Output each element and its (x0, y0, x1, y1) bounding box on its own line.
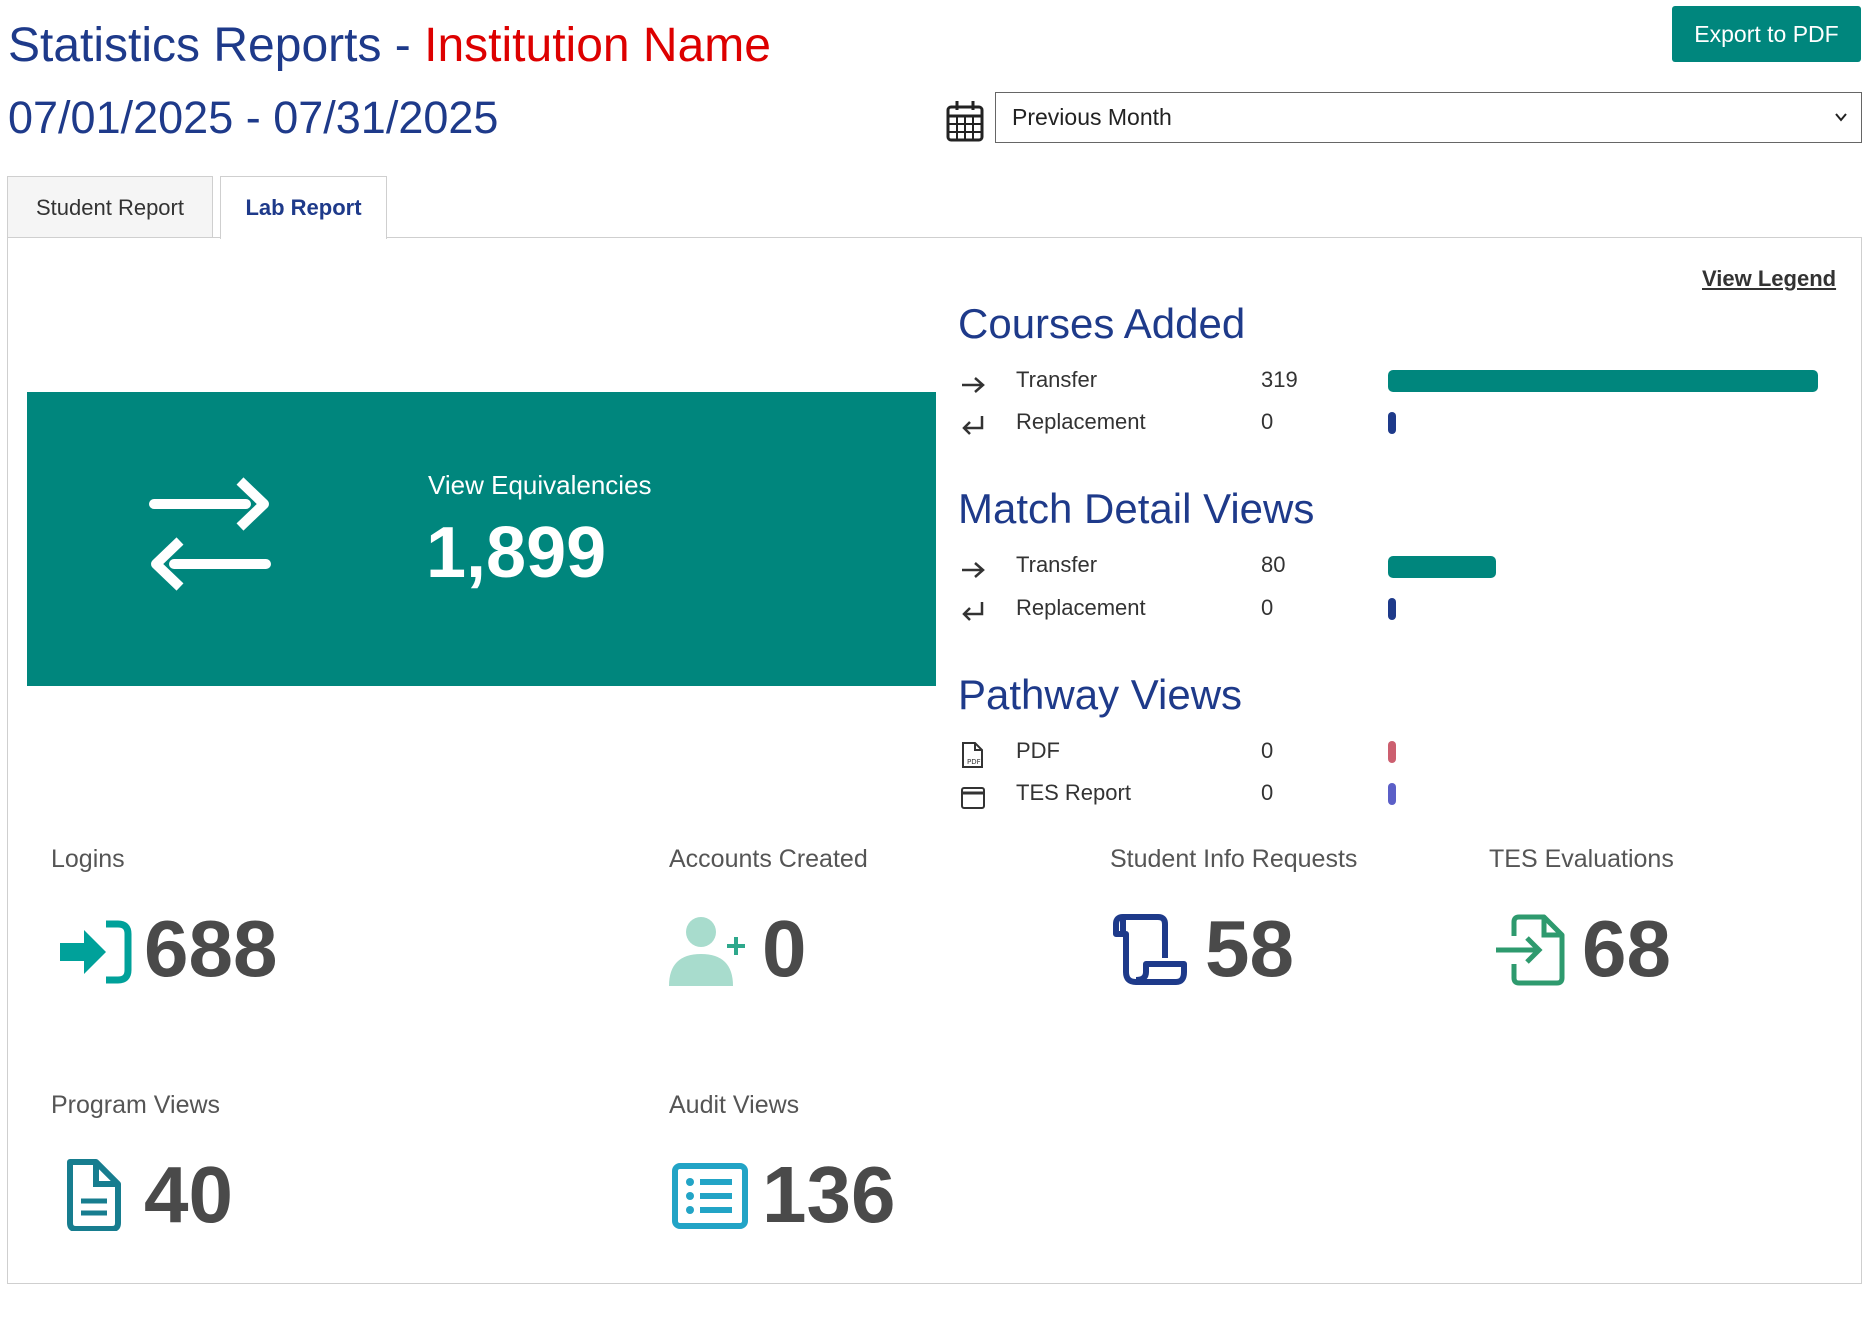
scroll-icon (1113, 914, 1187, 985)
courses-transfer-label: Transfer (1016, 367, 1098, 392)
date-range-select[interactable]: Previous Month (995, 92, 1862, 143)
date-range-select-value: Previous Month (1012, 104, 1172, 130)
return-arrow-icon (962, 416, 984, 435)
svg-text:PDF: PDF (967, 758, 981, 766)
document-icon (67, 1159, 121, 1231)
chevron-down-icon (1835, 113, 1847, 122)
tab-lab-report[interactable]: Lab Report (220, 176, 387, 239)
equivalencies-label: View Equivalencies (428, 470, 652, 500)
accounts-created-value: 0 (762, 904, 807, 993)
swap-arrows-icon (149, 477, 271, 591)
match-replacement-label: Replacement (1016, 595, 1146, 620)
calendar-icon[interactable] (946, 99, 984, 143)
match-replacement-value: 0 (1261, 595, 1274, 620)
pathway-pdf-value: 0 (1261, 738, 1274, 763)
courses-replacement-value: 0 (1261, 409, 1274, 434)
arrow-right-icon (962, 562, 985, 578)
institution-name: Institution Name (424, 19, 771, 72)
date-range: 07/01/2025 - 07/31/2025 (8, 92, 499, 143)
tes-evaluations-value: 68 (1582, 904, 1671, 993)
pathway-pdf-label: PDF (1016, 738, 1060, 763)
courses-added-title: Courses Added (958, 300, 1246, 347)
match-replacement-bar (1388, 598, 1396, 620)
pathway-tes-bar (1388, 783, 1396, 805)
equivalencies-value: 1,899 (426, 513, 607, 593)
program-views-value: 40 (144, 1150, 233, 1239)
program-views-label: Program Views (51, 1091, 221, 1119)
match-transfer-value: 80 (1261, 552, 1286, 577)
logins-value: 688 (144, 904, 278, 993)
arrow-right-icon (962, 377, 985, 393)
file-import-icon (1496, 914, 1565, 986)
window-icon (961, 787, 985, 809)
logins-label: Logins (51, 845, 125, 873)
login-icon (60, 920, 132, 984)
match-transfer-label: Transfer (1016, 552, 1098, 577)
audit-views-label: Audit Views (669, 1091, 800, 1119)
pathway-pdf-bar (1388, 741, 1396, 763)
add-user-icon (669, 917, 745, 986)
tes-evaluations-label: TES Evaluations (1489, 845, 1674, 873)
view-legend-link[interactable]: View Legend (1702, 266, 1836, 292)
student-info-requests-label: Student Info Requests (1110, 845, 1358, 873)
pathway-tes-label: TES Report (1016, 780, 1131, 805)
courses-transfer-bar (1388, 370, 1818, 392)
pathway-views-title: Pathway Views (958, 671, 1243, 718)
report-title: Statistics Reports - (8, 19, 411, 72)
courses-transfer-value: 319 (1261, 367, 1298, 392)
courses-replacement-bar (1388, 412, 1396, 434)
match-transfer-bar (1388, 556, 1496, 578)
accounts-created-label: Accounts Created (669, 845, 868, 873)
student-info-requests-value: 58 (1205, 904, 1294, 993)
pathway-tes-value: 0 (1261, 780, 1274, 805)
return-arrow-icon (962, 602, 984, 621)
list-icon (672, 1163, 748, 1229)
export-pdf-button[interactable]: Export to PDF (1672, 6, 1861, 62)
match-detail-views-title: Match Detail Views (958, 485, 1315, 532)
tab-student-report[interactable]: Student Report (7, 176, 213, 238)
pdf-file-icon: PDF (962, 742, 983, 768)
courses-replacement-label: Replacement (1016, 409, 1146, 434)
audit-views-value: 136 (762, 1150, 896, 1239)
page-title: Statistics Reports - Institution Name (8, 18, 771, 73)
